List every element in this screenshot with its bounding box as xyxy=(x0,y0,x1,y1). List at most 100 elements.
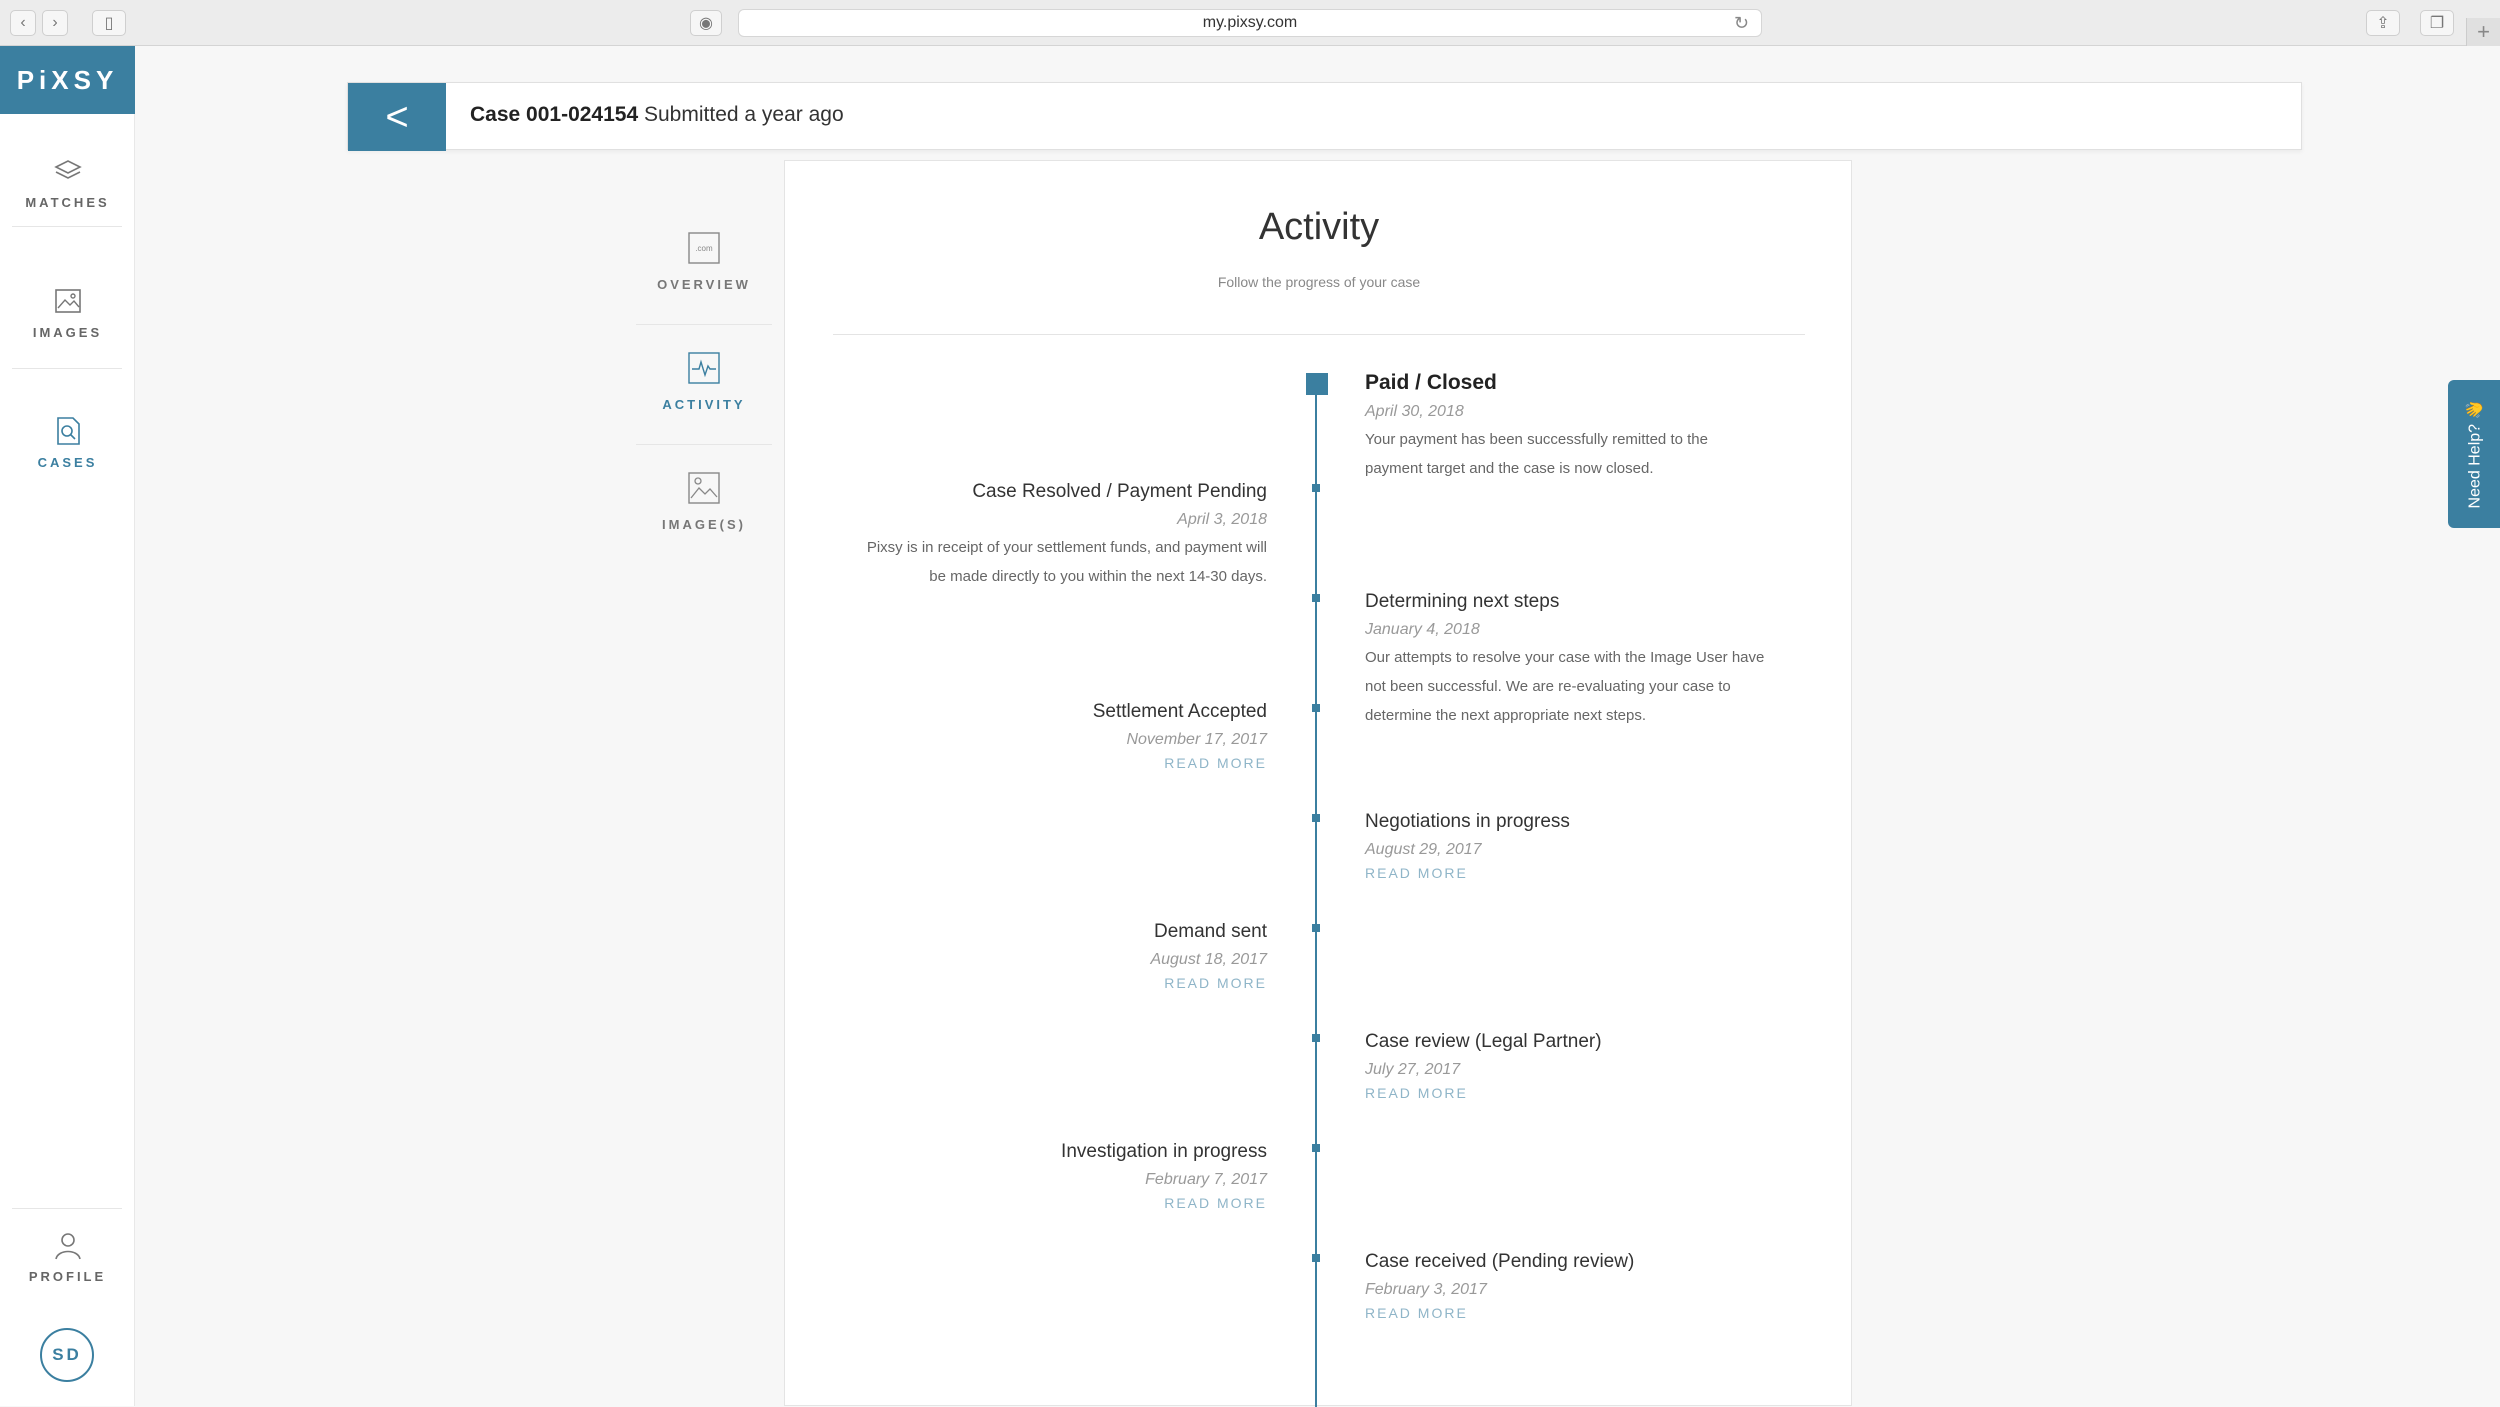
event-text-line: Your payment has been successfully remit… xyxy=(1365,431,1708,448)
divider xyxy=(12,226,122,227)
event-date: November 17, 2017 xyxy=(1126,731,1267,748)
reload-icon[interactable]: ↻ xyxy=(1734,13,1749,34)
event-date: July 27, 2017 xyxy=(1365,1061,1461,1078)
nav-item-images[interactable]: IMAGES xyxy=(0,284,135,342)
timeline-event: Case review (Legal Partner) July 27, 201… xyxy=(1365,1031,1602,1101)
event-date: January 4, 2018 xyxy=(1365,621,1480,638)
timeline-line xyxy=(1315,379,1317,1407)
case-header: < Case 001-024154 Submitted a year ago xyxy=(347,82,2302,151)
nav-label: MATCHES xyxy=(25,195,110,210)
event-title: Case received (Pending review) xyxy=(1365,1251,1635,1272)
divider xyxy=(12,368,122,369)
reader-icon[interactable]: ◉ xyxy=(690,10,722,36)
tabs-icon[interactable]: ❐ xyxy=(2420,10,2454,36)
nav-item-matches[interactable]: MATCHES xyxy=(0,154,135,212)
timeline-event: Settlement Accepted November 17, 2017 RE… xyxy=(1093,701,1267,771)
case-title: Case 001-024154 Submitted a year ago xyxy=(470,103,844,127)
need-help-label: Need Help? 👋 xyxy=(2466,399,2483,509)
timeline-node xyxy=(1312,1034,1320,1042)
nav-label: CASES xyxy=(37,455,98,470)
event-text-line: not been successful. We are re-evaluatin… xyxy=(1365,678,1731,695)
event-date: August 29, 2017 xyxy=(1365,841,1482,858)
tab-images[interactable]: IMAGE(S) xyxy=(636,470,772,534)
case-submitted: Submitted a year ago xyxy=(644,103,844,126)
page-title: Activity xyxy=(1258,206,1380,248)
pixsy-logo[interactable]: PiXSY xyxy=(0,46,135,114)
event-title: Case Resolved / Payment Pending xyxy=(972,481,1267,502)
timeline-event: Case received (Pending review) February … xyxy=(1365,1251,1634,1321)
tab-label: ACTIVITY xyxy=(662,397,746,412)
back-arrow-icon[interactable]: ‹ xyxy=(10,10,36,36)
timeline-node xyxy=(1312,924,1320,932)
nav-item-profile[interactable]: PROFILE xyxy=(0,1228,135,1286)
new-tab-icon[interactable]: + xyxy=(2466,18,2500,46)
share-icon[interactable]: ⇪ xyxy=(2366,10,2400,36)
event-date: April 3, 2018 xyxy=(1177,511,1267,528)
image-icon xyxy=(54,289,81,313)
event-date: February 7, 2017 xyxy=(1145,1171,1267,1188)
event-title: Demand sent xyxy=(1153,921,1267,942)
event-title: Case review (Legal Partner) xyxy=(1365,1031,1602,1052)
event-title: Investigation in progress xyxy=(1061,1141,1267,1162)
event-date: April 30, 2018 xyxy=(1365,403,1464,420)
event-date: February 3, 2017 xyxy=(1365,1281,1487,1298)
read-more-link[interactable]: READ MORE xyxy=(1365,1085,1602,1101)
address-bar[interactable]: my.pixsy.com ↻ xyxy=(738,9,1762,37)
event-date: August 18, 2017 xyxy=(1150,951,1267,968)
timeline-node xyxy=(1312,814,1320,822)
event-text: Our attempts to resolve your case with t… xyxy=(1365,643,1764,730)
tab-overview[interactable]: .com OVERVIEW xyxy=(636,230,772,294)
svg-text:.com: .com xyxy=(695,244,713,253)
nav-item-cases[interactable]: CASES xyxy=(0,414,135,472)
read-more-link[interactable]: READ MORE xyxy=(1093,755,1267,771)
read-more-link[interactable]: READ MORE xyxy=(1150,975,1267,991)
event-text-line: Pixsy is in receipt of your settlement f… xyxy=(866,539,1267,556)
sidebar-toggle-icon[interactable]: ▯ xyxy=(92,10,126,36)
timeline-node xyxy=(1306,373,1328,395)
tab-label: OVERVIEW xyxy=(657,277,751,292)
picture-icon xyxy=(688,472,720,504)
event-title: Negotiations in progress xyxy=(1365,811,1570,832)
tab-label: IMAGE(S) xyxy=(662,517,746,532)
tab-activity[interactable]: ACTIVITY xyxy=(636,350,772,414)
timeline-event: Demand sent August 18, 2017 READ MORE xyxy=(1150,921,1267,991)
divider xyxy=(636,324,772,325)
avatar[interactable]: SD xyxy=(40,1328,94,1382)
timeline-event: Paid / Closed April 30, 2018 Your paymen… xyxy=(1365,371,1708,483)
back-button[interactable]: < xyxy=(348,83,446,151)
event-text-line: payment target and the case is now close… xyxy=(1365,460,1654,477)
forward-arrow-icon[interactable]: › xyxy=(42,10,68,36)
url-text: my.pixsy.com xyxy=(1202,14,1298,31)
browser-toolbar: ‹ › ▯ ◉ my.pixsy.com ↻ ⇪ ❐ + xyxy=(0,0,2500,46)
timeline-event: Determining next steps January 4, 2018 O… xyxy=(1365,591,1764,730)
timeline-node xyxy=(1312,704,1320,712)
left-sidebar: PiXSY MATCHES IMAGES CASES PROFILE SD xyxy=(0,46,135,1406)
read-more-link[interactable]: READ MORE xyxy=(1365,1305,1634,1321)
need-help-button[interactable]: Need Help? 👋 xyxy=(2448,380,2500,528)
stack-icon xyxy=(53,160,82,179)
case-search-icon xyxy=(56,417,80,445)
divider xyxy=(636,444,772,445)
activity-panel: Activity Follow the progress of your cas… xyxy=(784,160,1852,1407)
event-text: Your payment has been successfully remit… xyxy=(1365,425,1708,483)
website-icon: .com xyxy=(688,232,720,264)
event-text-line: determine the next appropriate next step… xyxy=(1365,707,1647,724)
page-subtitle: Follow the progress of your case xyxy=(1217,274,1421,290)
timeline-event: Case Resolved / Payment Pending April 3,… xyxy=(867,481,1267,591)
event-title: Settlement Accepted xyxy=(1092,701,1267,722)
event-title: Paid / Closed xyxy=(1365,371,1497,394)
divider xyxy=(833,334,1805,335)
read-more-link[interactable]: READ MORE xyxy=(1061,1195,1267,1211)
event-text: Pixsy is in receipt of your settlement f… xyxy=(867,533,1267,591)
timeline-node xyxy=(1312,1144,1320,1152)
timeline-node xyxy=(1312,594,1320,602)
user-icon xyxy=(54,1233,81,1260)
event-text-line: Our attempts to resolve your case with t… xyxy=(1365,649,1765,666)
read-more-link[interactable]: READ MORE xyxy=(1365,865,1570,881)
chevron-left-icon: < xyxy=(385,94,409,139)
timeline-node xyxy=(1312,1254,1320,1262)
nav-label: IMAGES xyxy=(32,325,103,340)
timeline-event: Investigation in progress February 7, 20… xyxy=(1061,1141,1267,1211)
divider xyxy=(12,1208,122,1209)
nav-label: PROFILE xyxy=(28,1269,107,1284)
